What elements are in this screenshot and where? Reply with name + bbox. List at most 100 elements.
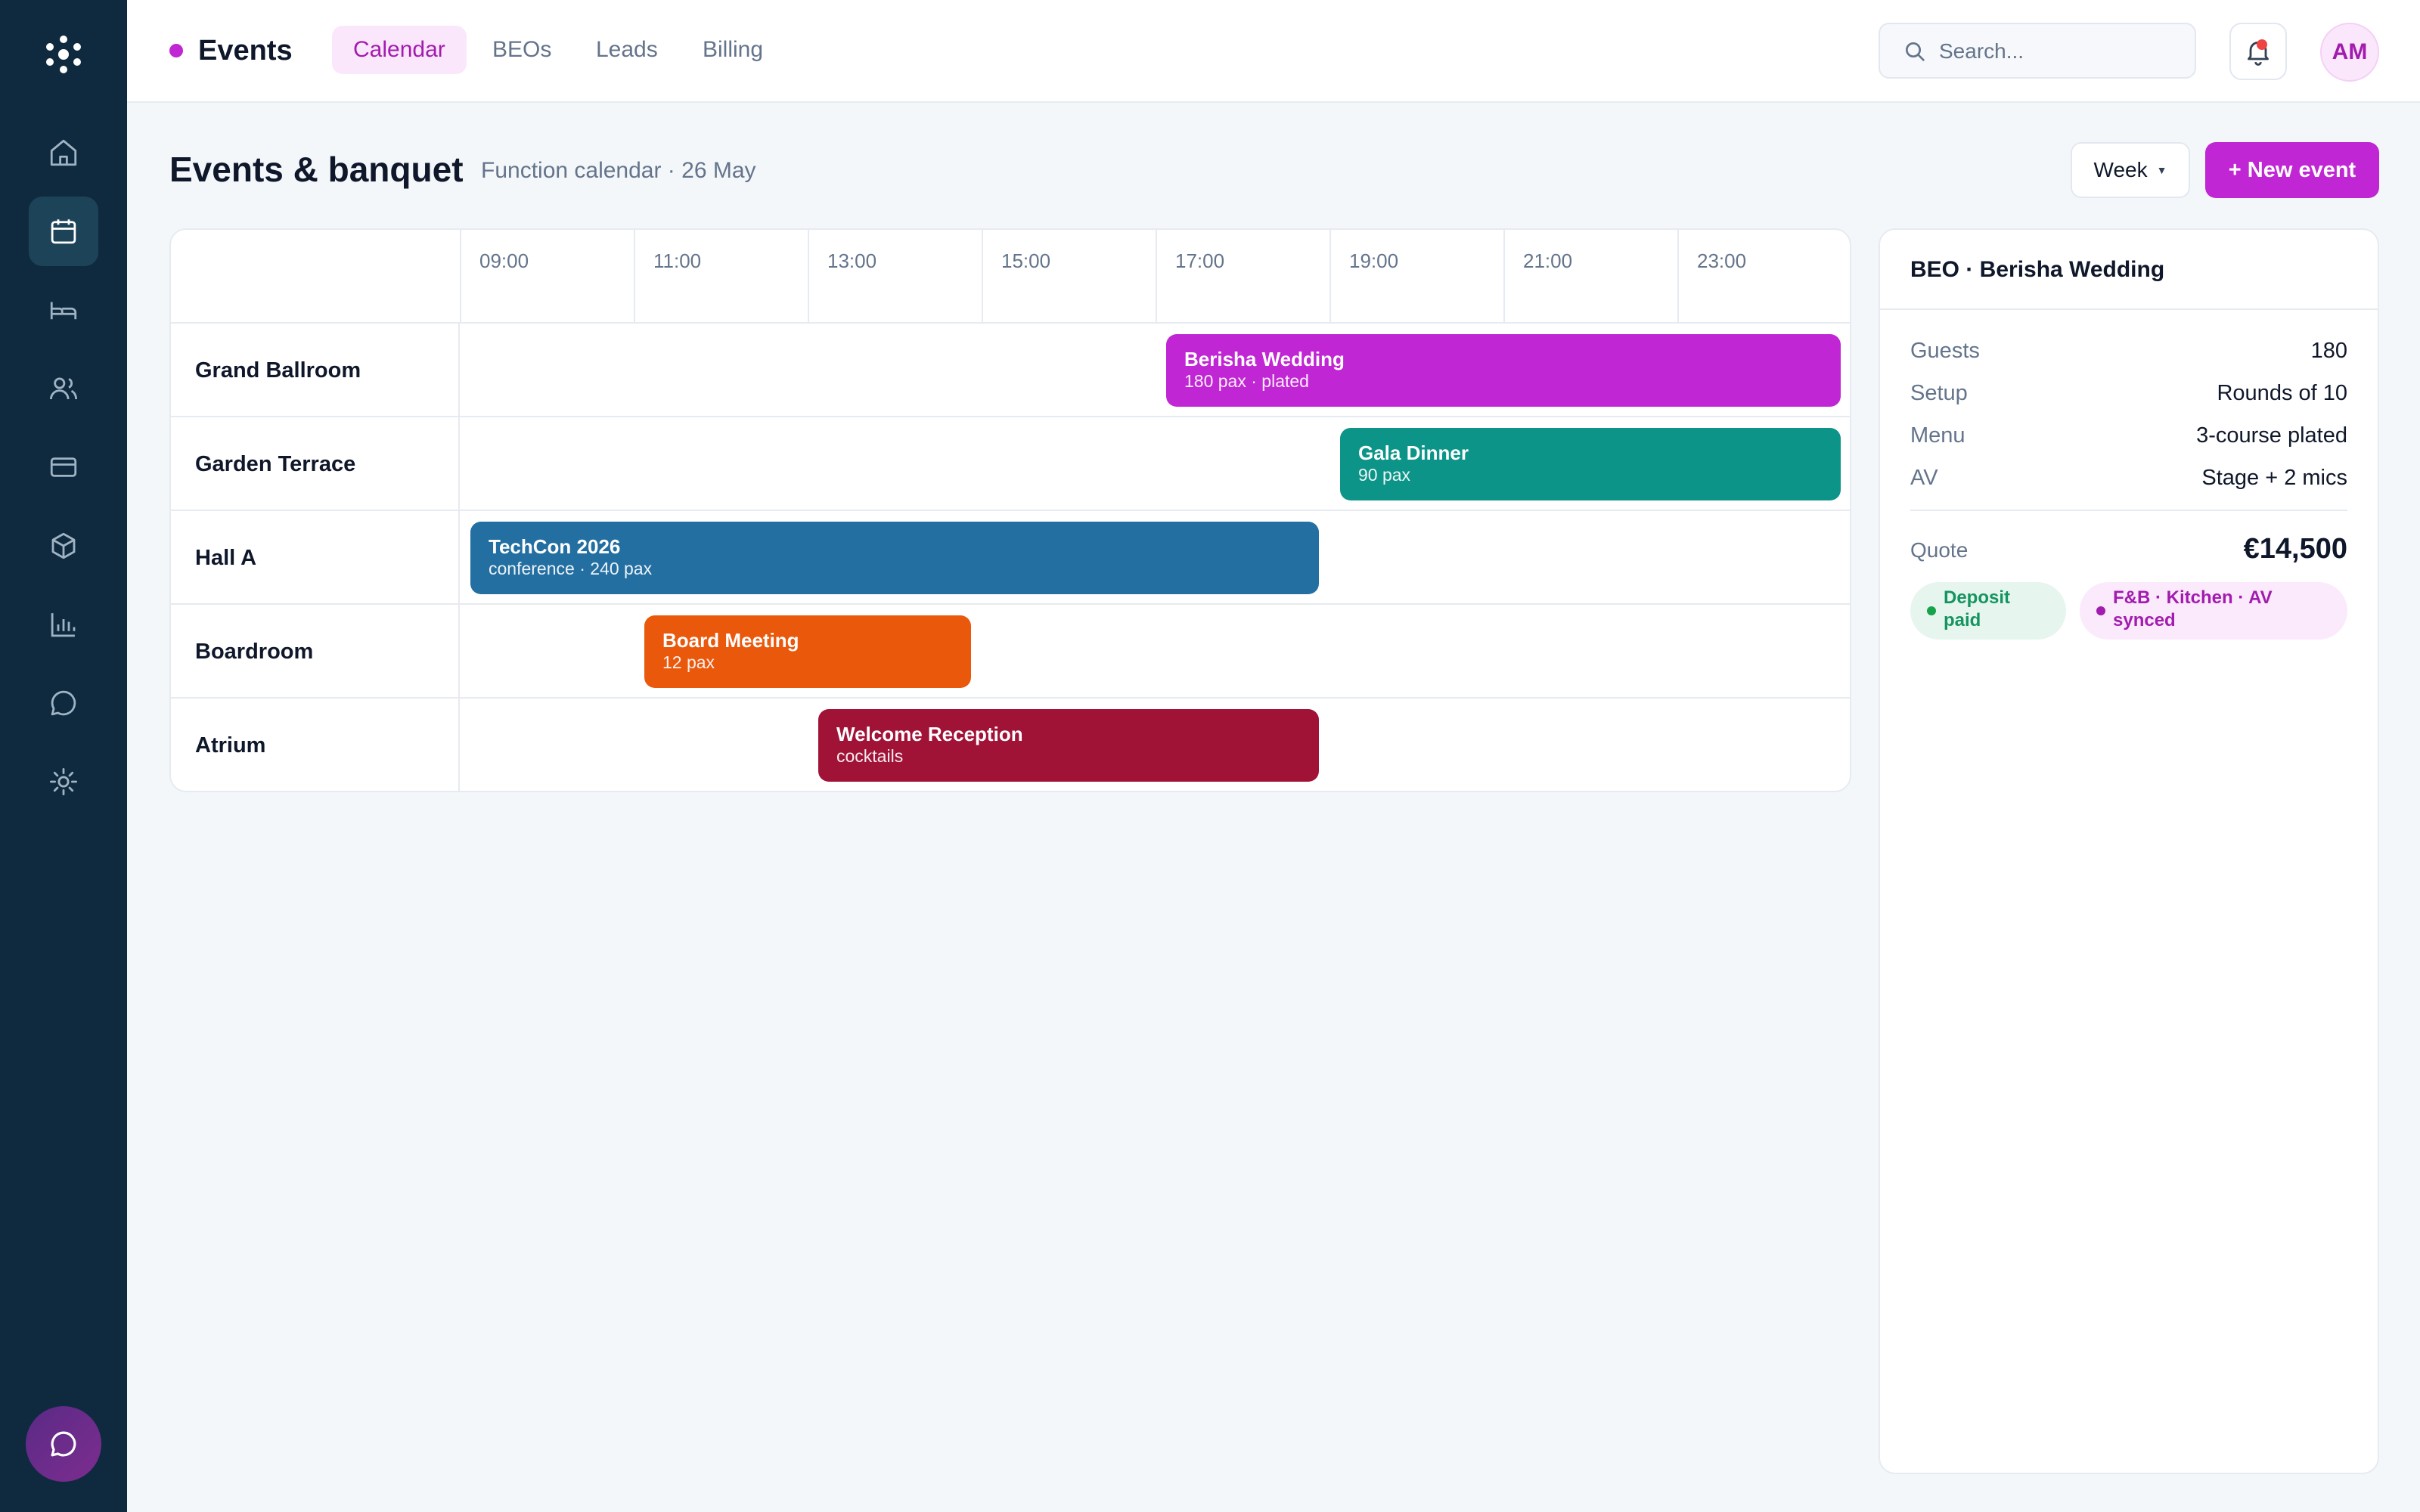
view-select-label: Week [2093, 158, 2148, 181]
search-input[interactable] [1939, 35, 2181, 68]
bar-chart-icon [51, 613, 76, 637]
function-calendar: 09:00 11:00 13:00 15:00 17:00 19:00 21:00 23:00… [169, 228, 1851, 792]
time-column-label: 11:00 [634, 230, 808, 324]
divider [1880, 308, 2378, 310]
room-name: Grand Ballroom [171, 324, 460, 417]
room-row[interactable]: Boardroom Board Meeting 12 pax [171, 605, 1850, 699]
status-dot [2096, 606, 2105, 615]
status-badge-label: Deposit paid [1944, 587, 2011, 631]
tab-beos[interactable]: BEOs [471, 26, 572, 74]
sidebar-item-guests[interactable] [29, 354, 98, 423]
status-dot [1927, 606, 1936, 615]
chat-assistant-button[interactable] [26, 1406, 101, 1482]
app-logo-icon[interactable] [38, 29, 89, 80]
time-column-label: 17:00 [1156, 230, 1329, 324]
users-icon [49, 377, 78, 400]
new-event-button[interactable]: + New event [2205, 142, 2379, 198]
sidebar-item-messages[interactable] [29, 668, 98, 738]
room-name: Atrium [171, 699, 460, 791]
room-row[interactable]: Grand Ballroom Berisha Wedding 180 pax · p… [171, 324, 1850, 417]
quote-label: Quote [1910, 538, 1969, 562]
settings-icon [49, 767, 78, 796]
beo-value: Stage + 2 mics [2201, 466, 2347, 490]
event-details: conference · 240 pax [489, 559, 653, 578]
event-title: Welcome Reception [836, 723, 1023, 745]
room-row[interactable]: Garden Terrace Gala Dinner 90 pax [171, 417, 1850, 511]
search-box [1879, 23, 2196, 79]
beo-row-menu: Menu 3-course plated [1910, 420, 2347, 451]
tab-billing[interactable]: Billing [681, 26, 784, 74]
beo-row-guests: Guests 180 [1910, 336, 2347, 366]
status-badge-label: F&B · Kitchen · AV synced [2113, 587, 2273, 631]
event-details: 90 pax [1358, 465, 1411, 485]
time-column-label: 13:00 [808, 230, 982, 324]
beo-key: Menu [1910, 423, 1965, 448]
beo-key: AV [1910, 466, 1938, 490]
time-column-label: 15:00 [982, 230, 1156, 324]
caret-down-icon: ▼ [2156, 164, 2167, 176]
time-column-label: 09:00 [460, 230, 634, 324]
notification-dot [2257, 39, 2267, 50]
credit-card-icon [50, 457, 77, 477]
user-avatar[interactable]: AM [2320, 23, 2379, 82]
event-details: cocktails [836, 746, 904, 766]
calendar-icon [51, 219, 76, 244]
sidebar-item-payments[interactable] [29, 432, 98, 502]
page-subtitle: Function calendar · 26 May [481, 158, 756, 183]
event-block[interactable]: Welcome Reception cocktails [818, 709, 1319, 782]
time-column-label: 19:00 [1329, 230, 1503, 324]
room-name: Boardroom [171, 605, 460, 699]
message-icon [51, 690, 76, 716]
status-badge-deposit: Deposit paid [1910, 582, 2066, 640]
sidebar-item-home[interactable] [29, 118, 98, 187]
search-icon [1906, 42, 1925, 61]
sidebar-item-settings[interactable] [29, 747, 98, 816]
beo-key: Guests [1910, 339, 1980, 363]
notifications-button[interactable] [2229, 23, 2287, 80]
sidebar-item-reports[interactable] [29, 590, 98, 659]
beo-row-av: AV Stage + 2 mics [1910, 463, 2347, 493]
view-select-button[interactable]: Week ▼ [2071, 142, 2190, 198]
beo-key: Setup [1910, 381, 1968, 405]
beo-value: 180 [2310, 339, 2347, 363]
time-column-label: 23:00 [1677, 230, 1850, 324]
box-icon [51, 532, 76, 559]
event-details: 180 pax · plated [1184, 371, 1309, 391]
tab-calendar[interactable]: Calendar [332, 26, 467, 74]
room-name: Hall A [171, 511, 460, 605]
top-header: Events Calendar BEOs Leads Billing AM [127, 0, 2420, 103]
home-icon [50, 139, 77, 166]
event-details: 12 pax [662, 652, 715, 672]
sidebar-item-calendar[interactable] [29, 197, 98, 266]
room-row[interactable]: Hall A TechCon 2026 conference · 240 pax [171, 511, 1850, 605]
beo-panel: BEO · Berisha Wedding Guests 180 Setup R… [1879, 228, 2379, 1474]
chat-bubble-icon [51, 1431, 76, 1457]
sidebar [0, 0, 127, 1512]
beo-value: Rounds of 10 [2217, 381, 2347, 405]
beo-title: BEO · Berisha Wedding [1910, 257, 2165, 282]
event-block[interactable]: TechCon 2026 conference · 240 pax [470, 522, 1319, 594]
event-block[interactable]: Board Meeting 12 pax [644, 615, 971, 688]
time-column-label: 21:00 [1503, 230, 1677, 324]
sidebar-item-inventory[interactable] [29, 511, 98, 581]
sidebar-item-rooms[interactable] [29, 275, 98, 345]
divider [1910, 510, 2347, 511]
status-badge-sync: F&B · Kitchen · AV synced [2080, 582, 2347, 640]
tab-leads[interactable]: Leads [575, 26, 679, 74]
calendar-time-header: 09:00 11:00 13:00 15:00 17:00 19:00 21:00 23:00 [171, 230, 1850, 324]
event-block[interactable]: Berisha Wedding 180 pax · plated [1166, 334, 1841, 407]
event-title: Berisha Wedding [1184, 348, 1345, 370]
app-status-dot [169, 44, 183, 57]
event-title: Gala Dinner [1358, 442, 1469, 464]
quote-value: €14,500 [2243, 533, 2347, 565]
beo-value: 3-course plated [2196, 423, 2347, 448]
app-name: Events [198, 35, 293, 67]
event-block[interactable]: Gala Dinner 90 pax [1340, 428, 1841, 500]
page-title: Events & banquet [169, 150, 464, 189]
bed-icon [50, 302, 77, 320]
room-row[interactable]: Atrium Welcome Reception cocktails [171, 699, 1850, 791]
event-title: Board Meeting [662, 629, 799, 652]
beo-row-setup: Setup Rounds of 10 [1910, 378, 2347, 408]
room-name: Garden Terrace [171, 417, 460, 511]
event-title: TechCon 2026 [489, 535, 621, 558]
